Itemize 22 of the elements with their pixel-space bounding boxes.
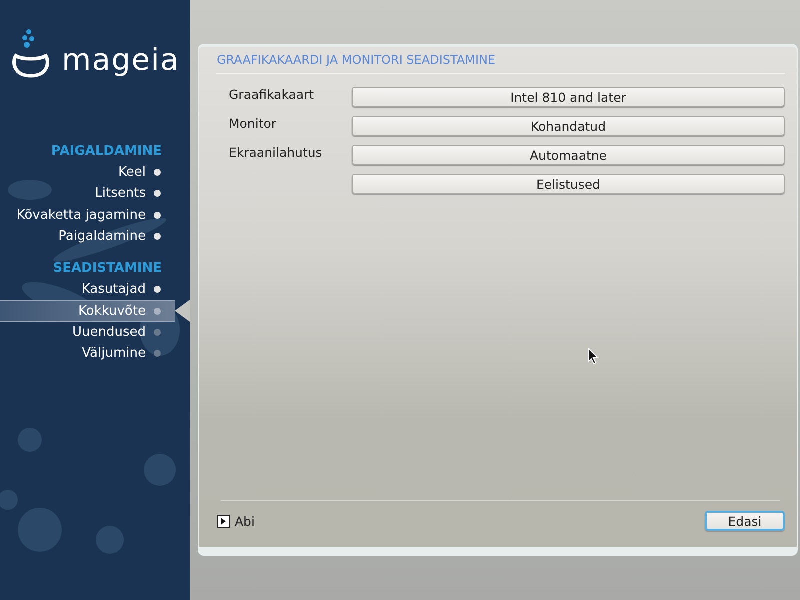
step-label: Litsents <box>95 186 146 202</box>
cursor-icon <box>588 348 599 365</box>
step-label: Väljumine <box>82 346 146 362</box>
section-heading: PAIGALDAMINE <box>50 143 163 161</box>
logo-text: mageia <box>62 44 180 78</box>
setting-button[interactable]: Automaatne <box>352 145 785 165</box>
next-button[interactable]: Edasi <box>705 511 785 531</box>
help-expander[interactable]: Abi <box>217 514 255 528</box>
field-label: Monitor <box>229 116 278 133</box>
step-label: Kasutajad <box>82 282 146 298</box>
section-heading: SEADISTAMINE <box>52 260 163 278</box>
setting-button[interactable]: Kohandatud <box>352 116 785 136</box>
step-label: Paigaldamine <box>58 229 146 244</box>
step-label: Keel <box>118 165 146 180</box>
field-label: Ekraanilahutus <box>229 145 324 162</box>
step-label: Uuendused <box>72 324 146 340</box>
dialog-title: GRAAFIKAKAARDI JA MONITORI SEADISTAMINE <box>216 47 785 74</box>
field-label: Graafikakaart <box>229 87 316 104</box>
setting-button[interactable]: Eelistused <box>352 174 785 194</box>
step-label: Kõvaketta jagamine <box>16 208 146 223</box>
step-label: Kokkuvõte <box>78 304 146 319</box>
setting-button[interactable]: Intel 810 and later <box>352 87 785 107</box>
